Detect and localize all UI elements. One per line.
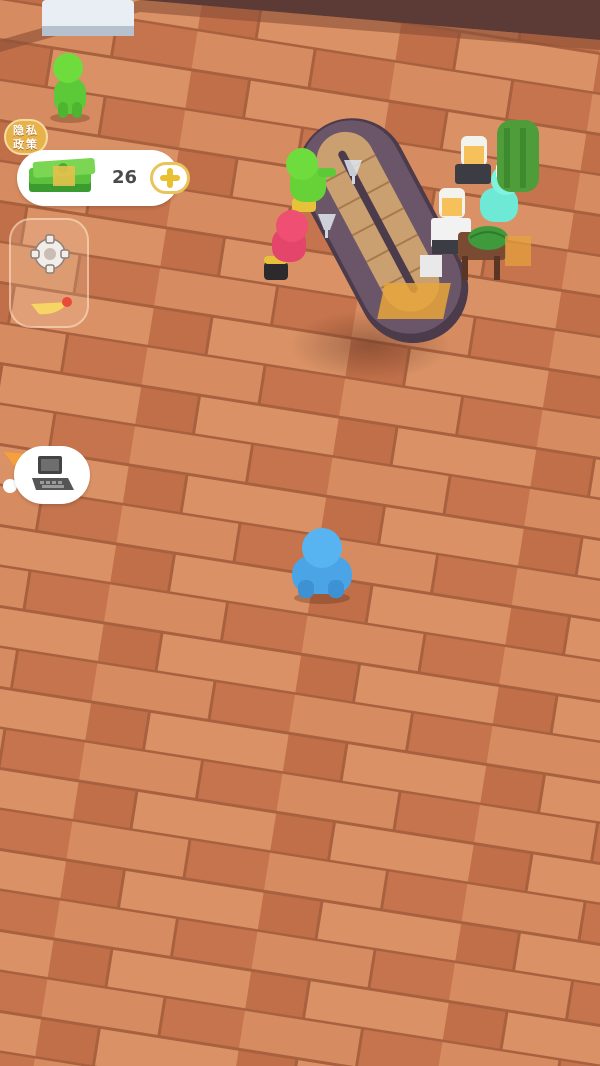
knife-rack <box>420 255 442 277</box>
plus-icon <box>160 168 180 188</box>
computer-terminal-bubble[interactable] <box>14 446 90 504</box>
money-amount: 26 <box>112 167 138 188</box>
privacy-label-line1: 隐私 <box>13 124 39 137</box>
add-money-button[interactable] <box>150 162 190 194</box>
wing-icon[interactable] <box>27 294 77 318</box>
gear-icon[interactable] <box>27 234 73 274</box>
money-counter: 26 <box>17 150 190 206</box>
cash-stack-icon <box>29 158 96 192</box>
kitchen-appliance <box>42 0 134 36</box>
drop-zone-small[interactable] <box>505 236 531 266</box>
side-menu-panel <box>9 218 89 328</box>
computer-terminal-icon <box>32 456 74 490</box>
drop-zone[interactable] <box>377 283 451 319</box>
potted-plant <box>497 120 539 192</box>
